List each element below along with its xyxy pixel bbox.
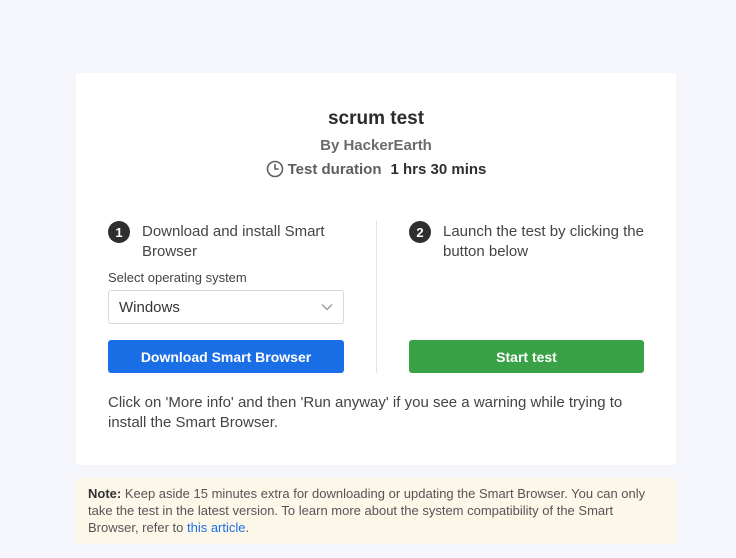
start-test-button[interactable]: Start test — [409, 340, 644, 373]
install-info-text: Click on 'More info' and then 'Run anywa… — [108, 394, 623, 431]
os-select[interactable]: Windows — [108, 290, 344, 324]
test-byline: By HackerEarth — [320, 137, 432, 154]
test-title: scrum test — [327, 108, 425, 129]
note-end: . — [245, 520, 250, 535]
clock-icon — [266, 160, 284, 178]
note-box: Note: Keep aside 15 minutes extra for do… — [76, 478, 676, 544]
step-2: 2 Launch the test by clicking the button… — [409, 221, 649, 262]
step-2-text: Launch the test by clicking the button b… — [443, 223, 644, 260]
download-smart-browser-button[interactable]: Download Smart Browser — [108, 340, 344, 373]
note-text: Keep aside 15 minutes extra for download… — [88, 486, 646, 535]
chevron-down-icon — [321, 303, 333, 311]
step-2-number: 2 — [409, 221, 431, 243]
note-label: Note: — [88, 486, 122, 501]
duration-label: Test duration — [287, 160, 382, 178]
step-1-number: 1 — [108, 221, 130, 243]
column-divider — [376, 221, 377, 373]
duration-value: 1 hrs 30 mins — [390, 160, 487, 178]
step-1: 1 Download and install Smart Browser — [108, 221, 358, 262]
step-1-text: Download and install Smart Browser — [142, 223, 325, 260]
test-card: scrum test By HackerEarth Test duration … — [76, 73, 676, 465]
os-select-value: Windows — [119, 298, 180, 316]
test-duration: Test duration 1 hrs 30 mins — [76, 160, 676, 178]
this-article-link[interactable]: this article — [187, 520, 246, 535]
os-select-label: Select operating system — [108, 270, 247, 285]
